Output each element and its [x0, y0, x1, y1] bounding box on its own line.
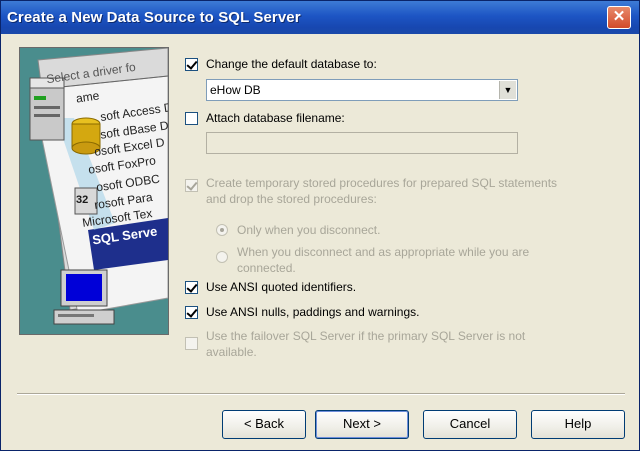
help-button[interactable]: Help [531, 410, 625, 439]
database-select[interactable]: eHow DB ▼ [206, 79, 518, 101]
radio-appropriate-label-line1: When you disconnect and as appropriate w… [237, 245, 530, 259]
dialog-window: Create a New Data Source to SQL Server ✕… [0, 0, 640, 451]
attach-filename-checkbox[interactable] [185, 112, 198, 125]
next-button[interactable]: Next > [315, 410, 409, 439]
title-bar[interactable]: Create a New Data Source to SQL Server ✕ [1, 1, 639, 34]
attach-filename-input [206, 132, 518, 154]
attach-filename-label: Attach database filename: [206, 111, 345, 125]
radio-only-when-disconnect-label: Only when you disconnect. [237, 223, 381, 237]
temp-stored-procs-label-line1: Create temporary stored procedures for p… [206, 176, 558, 190]
change-default-db-label: Change the default database to: [206, 57, 377, 71]
failover-label-line2: available. [206, 345, 257, 359]
close-icon: ✕ [612, 8, 626, 25]
close-button[interactable]: ✕ [607, 6, 631, 29]
back-button[interactable]: < Back [222, 410, 306, 439]
ansi-quoted-checkbox[interactable] [185, 281, 198, 294]
failover-checkbox [185, 337, 198, 350]
failover-label-line1: Use the failover SQL Server if the prima… [206, 329, 526, 343]
cancel-button[interactable]: Cancel [423, 410, 517, 439]
temp-stored-procs-checkbox [185, 179, 198, 192]
temp-stored-procs-label-line2: and drop the stored procedures: [206, 192, 377, 206]
radio-when-disconnect-appropriate [216, 251, 228, 263]
chevron-down-icon[interactable]: ▼ [499, 81, 516, 99]
radio-only-when-disconnect [216, 224, 228, 236]
radio-appropriate-label-line2: connected. [237, 261, 296, 275]
footer-divider [17, 393, 625, 395]
database-select-value: eHow DB [210, 83, 261, 97]
ansi-nulls-label: Use ANSI nulls, paddings and warnings. [206, 305, 420, 319]
ansi-nulls-checkbox[interactable] [185, 306, 198, 319]
window-title: Create a New Data Source to SQL Server [7, 9, 301, 26]
ansi-quoted-label: Use ANSI quoted identifiers. [206, 280, 357, 294]
wizard-badge: 32 [76, 194, 89, 206]
wizard-illustration: Select a driver fo ame soft Access D sof… [19, 47, 169, 335]
change-default-db-checkbox[interactable] [185, 58, 198, 71]
